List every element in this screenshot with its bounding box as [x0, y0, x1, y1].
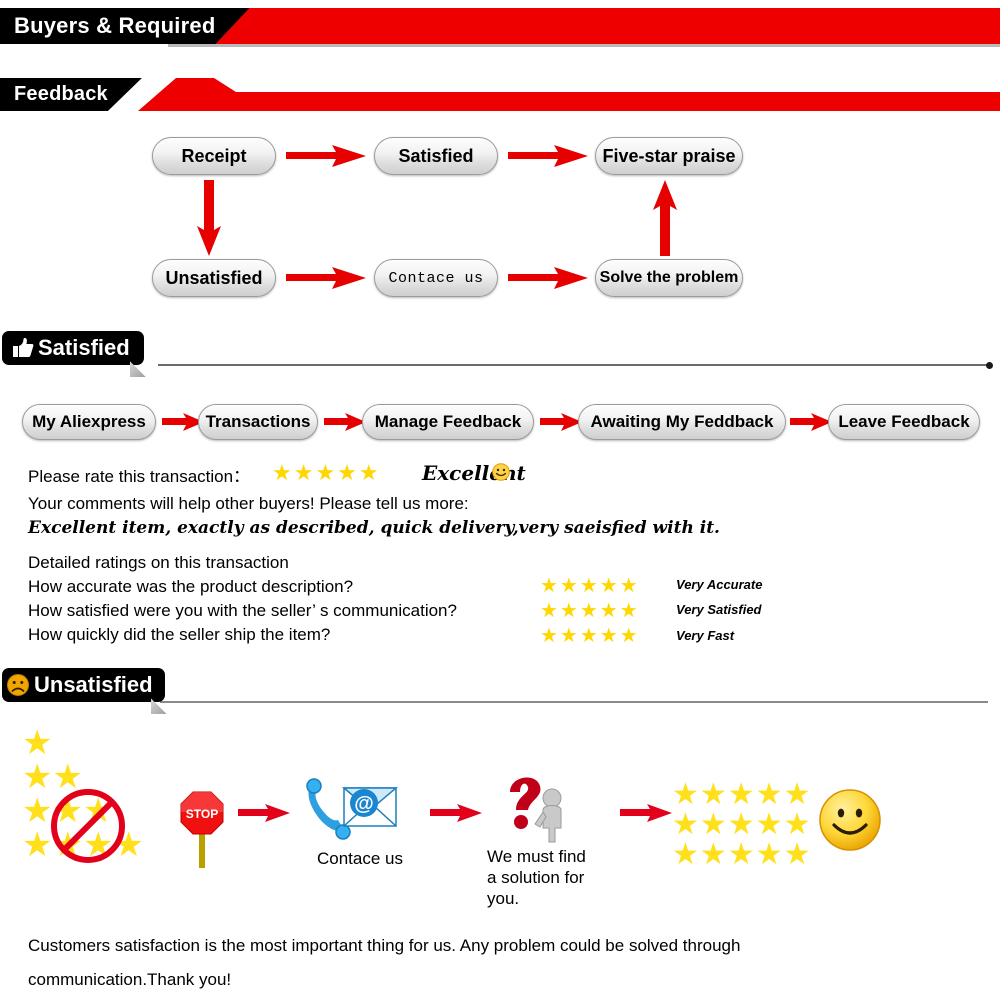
detailed-ratings-heading: Detailed ratings on this transaction: [28, 553, 289, 572]
footer-line-2: communication.Thank you!: [28, 970, 232, 989]
banner-feedback: Feedback: [0, 78, 1000, 111]
unsat-arrow-2: [620, 802, 672, 824]
breadcrumb-arrow-1: [324, 412, 366, 432]
detailed-rating-label-1: Very Satisfied: [676, 602, 762, 617]
flow-arrow-unsatisfied-to-contact: [286, 266, 366, 290]
detailed-rating-stars-0[interactable]: ★★★★★: [540, 573, 640, 598]
thumbs-up-icon: [10, 337, 34, 359]
detailed-rating-label-2: Very Fast: [676, 628, 735, 643]
breadcrumb-step-awaiting-my-feedback[interactable]: Awaiting My Feddback: [578, 404, 786, 440]
breadcrumb-step-my-aliexpress[interactable]: My Aliexpress: [22, 404, 156, 440]
flow-node-solve-problem[interactable]: Solve the problem: [595, 259, 743, 297]
banner-buyers-underline: [168, 44, 1000, 47]
flow-node-five-star-label: Five-star praise: [602, 145, 736, 166]
detailed-rating-question-2: How quickly did the seller ship the item…: [28, 625, 331, 644]
banner-satisfied: Satisfied: [2, 331, 146, 377]
stop-sign-label: STOP: [186, 807, 218, 821]
breadcrumb-arrow-2: [540, 412, 582, 432]
breadcrumb-step-manage-feedback[interactable]: Manage Feedback: [362, 404, 534, 440]
satisfied-section-rule: [158, 364, 988, 366]
detailed-rating-label-0: Very Accurate: [676, 577, 763, 592]
unsat-arrow-0: [238, 802, 290, 824]
banner-unsatisfied: Unsatisfied: [2, 668, 167, 714]
breadcrumb-step-transactions[interactable]: Transactions: [198, 404, 318, 440]
banner-buyers-label: Buyers & Required: [14, 13, 216, 38]
stop-sign-icon: STOP: [180, 790, 224, 875]
flow-arrow-satisfied-to-praise: [508, 144, 588, 168]
comments-prompt: Your comments will help other buyers! Pl…: [28, 494, 469, 513]
breadcrumb-step-leave-feedback[interactable]: Leave Feedback: [828, 404, 980, 440]
unsat-contact-caption: Contace us: [317, 849, 403, 868]
satisfied-section-rule-dot: [986, 362, 993, 369]
detailed-rating-stars-2[interactable]: ★★★★★: [540, 623, 640, 648]
banner-satisfied-plate: Satisfied: [2, 331, 144, 365]
flow-node-unsatisfied[interactable]: Unsatisfied: [152, 259, 276, 297]
comment-text: Excellent item, exactly as described, qu…: [28, 518, 720, 538]
flow-node-five-star-praise[interactable]: Five-star praise: [595, 137, 743, 175]
banner-unsatisfied-label: Unsatisfied: [34, 671, 153, 697]
prohibition-sign-icon: [48, 786, 128, 871]
detailed-rating-stars-1[interactable]: ★★★★★: [540, 598, 640, 623]
breadcrumb-step-1-label: Transactions: [205, 412, 311, 431]
rate-prompt: Please rate this transaction：: [28, 467, 251, 486]
rate-stars[interactable]: ★★★★★: [272, 460, 381, 486]
question-mark-person-icon: [490, 770, 580, 855]
svg-text:@: @: [354, 793, 374, 815]
sad-face-icon: [6, 673, 30, 697]
banner-buyers-required: Buyers & Required: [0, 8, 1000, 44]
phone-email-icon: @: [300, 776, 400, 851]
unsat-solution-caption-text: We must find a solution for you.: [487, 847, 586, 908]
flow-arrow-receipt-to-satisfied: [286, 144, 366, 168]
banner-satisfied-label: Satisfied: [38, 334, 130, 360]
breadcrumb-arrow-3: [790, 412, 832, 432]
flow-arrow-contact-to-solve: [508, 266, 588, 290]
footer-line-1: Customers satisfaction is the most impor…: [28, 936, 741, 955]
breadcrumb-step-0-label: My Aliexpress: [32, 412, 146, 431]
unsat-solution-caption: We must find a solution for you.: [487, 846, 627, 909]
flow-arrow-solve-to-praise: [652, 180, 678, 256]
flow-node-satisfied-label: Satisfied: [398, 145, 474, 166]
flow-arrow-receipt-to-unsatisfied: [196, 180, 222, 256]
flow-node-contact-label: Contace us: [388, 269, 484, 287]
banner-feedback-red-shape: [0, 78, 1000, 111]
rate-word: Excellent: [422, 461, 526, 485]
unsatisfied-section-rule: [160, 701, 988, 703]
banner-feedback-label: Feedback: [14, 83, 108, 105]
smiley-face-icon: [492, 463, 510, 486]
unsat-arrow-1: [430, 802, 482, 824]
big-smiley-face-icon: [818, 788, 882, 857]
flow-node-contact-us[interactable]: Contace us: [374, 259, 498, 297]
five-star-grid-icon: ★★★★★ ★★★★★ ★★★★★: [672, 778, 812, 871]
banner-buyers-label-plate: Buyers & Required: [0, 8, 249, 44]
breadcrumb-step-4-label: Leave Feedback: [838, 412, 970, 431]
flow-node-satisfied[interactable]: Satisfied: [374, 137, 498, 175]
flow-node-solve-label: Solve the problem: [599, 269, 739, 286]
flow-node-receipt-label: Receipt: [181, 145, 247, 166]
banner-unsatisfied-plate: Unsatisfied: [2, 668, 165, 702]
flow-node-unsatisfied-label: Unsatisfied: [165, 267, 263, 288]
detailed-rating-question-1: How satisfied were you with the seller’ …: [28, 601, 457, 620]
breadcrumb-step-2-label: Manage Feedback: [374, 412, 522, 431]
detailed-rating-question-0: How accurate was the product description…: [28, 577, 354, 596]
breadcrumb-step-3-label: Awaiting My Feddback: [590, 412, 774, 431]
flow-node-receipt[interactable]: Receipt: [152, 137, 276, 175]
